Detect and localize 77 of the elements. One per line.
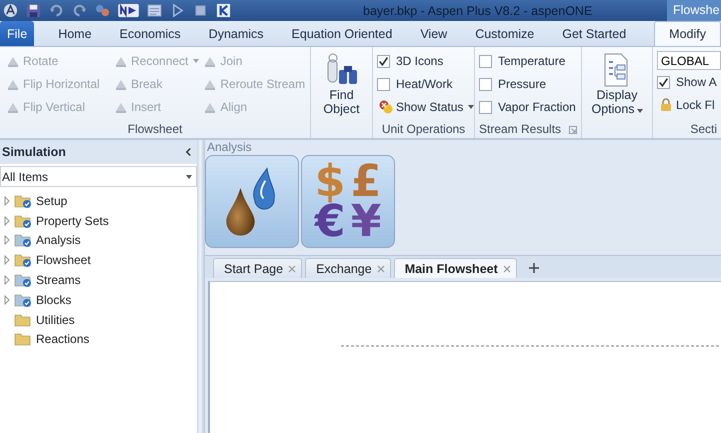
window-title: bayer.bkp - Aspen Plus V8.2 - aspenONE [363, 4, 592, 18]
ribbon-tab[interactable]: Get Started [548, 21, 640, 46]
tree-item[interactable]: Analysis [0, 230, 197, 250]
ribbon-tab[interactable]: File [0, 21, 34, 46]
next-icon[interactable] [118, 3, 139, 18]
checkbox-option[interactable]: Show A [657, 71, 721, 93]
tree-item[interactable]: Streams [0, 270, 197, 290]
tree-item[interactable]: Property Sets [0, 210, 197, 231]
expand-icon[interactable] [4, 196, 10, 206]
filter-dropdown[interactable]: All Items [0, 166, 197, 187]
checkbox-option[interactable]: Pressure [479, 73, 578, 95]
status-icon [379, 100, 393, 114]
checkbox-option[interactable]: Temperature [479, 50, 578, 72]
checkbox[interactable] [377, 54, 390, 68]
checkbox[interactable] [479, 100, 492, 114]
dialog-launcher-icon[interactable] [569, 126, 578, 134]
redo-icon[interactable] [72, 3, 87, 18]
document-tab[interactable]: Start Page [213, 258, 302, 278]
ribbon-tab[interactable]: Customize [461, 21, 548, 46]
currency-symbol: £ [350, 162, 382, 202]
ribbon-tab[interactable]: Equation Oriented [278, 21, 406, 46]
sheet-icon[interactable] [147, 3, 162, 18]
checkbox-option[interactable]: Heat/Work [377, 73, 470, 95]
group-label: Stream Results [479, 121, 562, 138]
display-options-button[interactable]: Display Options [589, 50, 646, 116]
stop-icon[interactable] [193, 3, 208, 18]
app-icon[interactable] [3, 3, 18, 18]
contextual-tab-label: Flowshe [667, 0, 721, 21]
save-icon[interactable] [26, 3, 41, 18]
tree-item[interactable]: Utilities [0, 310, 197, 330]
ribbon-tab[interactable]: Modify [654, 21, 721, 46]
checkbox[interactable] [657, 76, 670, 88]
checkbox-option[interactable]: Vapor Fraction [479, 96, 578, 118]
caret-icon [186, 174, 192, 178]
document-tab[interactable]: Main Flowsheet [394, 258, 517, 278]
checkbox[interactable] [479, 54, 492, 68]
play-icon[interactable] [170, 3, 185, 18]
lock-button[interactable]: Lock Fl [657, 94, 721, 116]
palette-title: Analysis [206, 140, 253, 154]
expand-icon[interactable] [4, 255, 10, 266]
group-label: Secti [689, 121, 718, 138]
padlock-icon [659, 98, 673, 112]
expand-icon[interactable] [4, 216, 10, 226]
caret-icon [636, 109, 643, 113]
tree-item[interactable]: Flowsheet [0, 250, 197, 270]
currency-symbol: $ [314, 162, 346, 202]
tree-item[interactable]: Setup [0, 191, 197, 211]
ribbon-tab[interactable]: Economics [106, 21, 195, 46]
close-icon[interactable] [502, 264, 511, 272]
ribbon-tab[interactable]: Dynamics [194, 21, 278, 46]
currency-symbol: € [313, 202, 346, 242]
ribbon-tab[interactable]: View [406, 21, 462, 46]
currency-symbol: ¥ [350, 202, 382, 242]
expand-icon[interactable] [4, 275, 10, 286]
checkbox[interactable] [479, 78, 492, 90]
caret-icon [468, 105, 474, 109]
collapse-icon[interactable] [185, 147, 192, 157]
close-icon[interactable] [376, 264, 385, 272]
find-object-button[interactable]: Find Object [314, 50, 370, 116]
tree-item[interactable]: Blocks [0, 290, 197, 310]
palette-button[interactable] [205, 155, 299, 248]
panel-title: Simulation [2, 145, 66, 159]
expand-icon[interactable] [4, 235, 10, 246]
expand-icon[interactable] [4, 294, 10, 305]
section-field[interactable]: GLOBAL [657, 51, 721, 70]
group-label: Flowsheet [126, 121, 184, 138]
checkbox[interactable] [377, 78, 390, 90]
close-icon[interactable] [288, 264, 296, 272]
document-tab[interactable]: Exchange [305, 258, 391, 278]
checkbox-option[interactable]: 3D Icons [377, 50, 470, 72]
ribbon-tab[interactable]: Home [44, 21, 106, 46]
tree-item[interactable]: Reactions [0, 330, 197, 350]
group-label: Unit Operations [380, 121, 466, 138]
show-status-button[interactable]: Show Status [377, 96, 470, 118]
undo-icon[interactable] [49, 3, 64, 18]
new-tab-icon[interactable] [528, 262, 540, 274]
palette-button[interactable]: $£ €¥ [301, 155, 395, 248]
